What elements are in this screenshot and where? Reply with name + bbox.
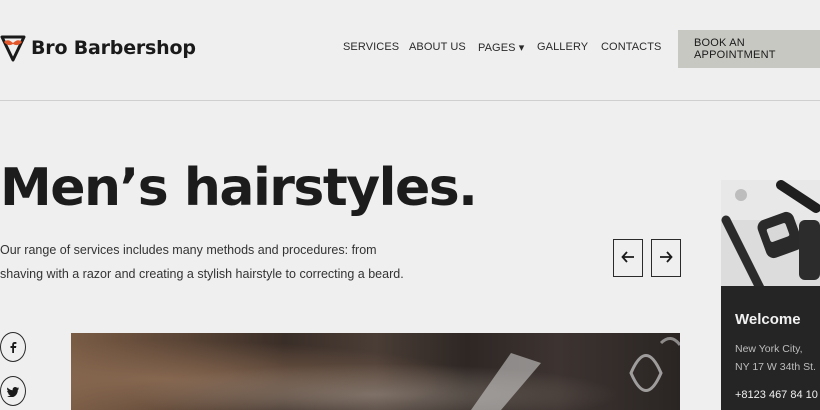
hero-description-line: shaving with a razor and creating a styl…: [0, 267, 404, 281]
slider-prev-button[interactable]: [613, 239, 643, 277]
address-line: NY 17 W 34th St.: [735, 361, 816, 373]
welcome-card: Welcome New York City, NY 17 W 34th St. …: [721, 180, 820, 410]
slider-next-button[interactable]: [651, 239, 681, 277]
page-title: Men’s hairstyles.: [0, 158, 478, 218]
twitter-icon: [7, 382, 19, 401]
hero-description-line: Our range of services includes many meth…: [0, 243, 377, 257]
arrow-left-icon: [621, 250, 635, 267]
facebook-icon: [8, 338, 18, 357]
address-line: New York City,: [735, 343, 803, 355]
nav-item-contacts[interactable]: CONTACTS: [601, 41, 661, 53]
logo-icon: [0, 33, 26, 63]
hero-description: Our range of services includes many meth…: [0, 238, 420, 286]
welcome-title: Welcome: [735, 311, 801, 328]
facebook-link[interactable]: [0, 332, 26, 362]
nav-item-gallery[interactable]: GALLERY: [537, 41, 588, 53]
nav-item-services[interactable]: SERVICES: [343, 41, 399, 53]
phone-number[interactable]: +8123 467 84 10: [735, 389, 818, 401]
brand-logo[interactable]: Bro Barbershop: [0, 33, 196, 63]
barber-tools-image: [721, 180, 820, 286]
nav-item-pages[interactable]: PAGES ▾: [478, 41, 524, 54]
nav-item-about-us[interactable]: ABOUT US: [409, 41, 466, 53]
twitter-link[interactable]: [0, 376, 26, 406]
hero-image: [71, 333, 680, 410]
address: New York City, NY 17 W 34th St.: [735, 340, 816, 376]
brand-name: Bro Barbershop: [31, 37, 196, 59]
site-header: Bro Barbershop SERVICES ABOUT US PAGES ▾…: [0, 0, 820, 101]
book-appointment-button[interactable]: BOOK AN APPOINTMENT: [678, 30, 820, 68]
arrow-right-icon: [659, 250, 673, 267]
